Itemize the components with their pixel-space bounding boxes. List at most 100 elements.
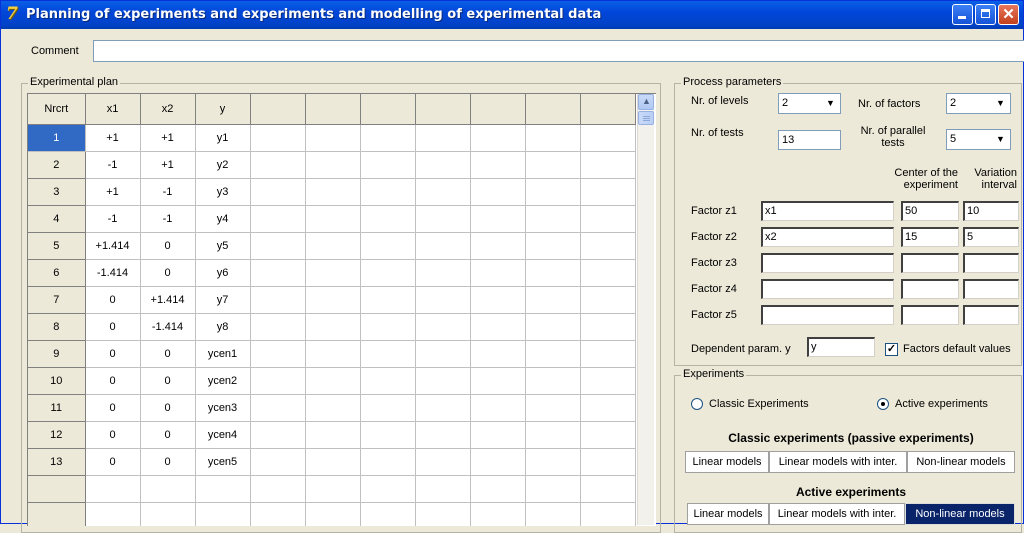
grid-cell-empty[interactable] <box>250 151 306 179</box>
grid-cell-empty[interactable] <box>250 124 306 152</box>
grid-cell-empty[interactable] <box>360 448 416 476</box>
grid-cell-empty[interactable] <box>250 475 306 503</box>
grid-cell-empty[interactable] <box>580 205 636 233</box>
row-number-cell[interactable] <box>28 475 86 503</box>
grid-cell-empty[interactable] <box>360 232 416 260</box>
minimize-button[interactable] <box>952 4 973 25</box>
factor-4-name-input[interactable] <box>761 279 894 299</box>
factor-5-name-input[interactable] <box>761 305 894 325</box>
classic-linear-models-button[interactable]: Linear models <box>685 451 769 473</box>
grid-cell[interactable]: +1 <box>85 178 141 206</box>
grid-cell-empty[interactable] <box>580 232 636 260</box>
grid-cell-empty[interactable] <box>305 313 361 341</box>
grid-cell-empty[interactable] <box>250 313 306 341</box>
grid-cell[interactable]: ycen1 <box>195 340 251 368</box>
grid-cell-empty[interactable] <box>415 367 471 395</box>
grid-cell-empty[interactable] <box>525 448 581 476</box>
grid-cell-empty[interactable] <box>360 151 416 179</box>
grid-cell[interactable]: 0 <box>85 421 141 449</box>
grid-cell-empty[interactable] <box>305 286 361 314</box>
grid-cell[interactable]: -1 <box>140 178 196 206</box>
row-number-cell[interactable]: 4 <box>28 205 86 233</box>
grid-cell-empty[interactable] <box>470 394 526 422</box>
grid-cell[interactable]: +1.414 <box>140 286 196 314</box>
grid-cell[interactable]: y3 <box>195 178 251 206</box>
parallel-dropdown-button[interactable]: ▼ <box>992 131 1009 148</box>
grid-cell[interactable]: +1 <box>85 124 141 152</box>
grid-cell[interactable]: 0 <box>85 394 141 422</box>
grid-cell[interactable]: ycen3 <box>195 394 251 422</box>
factor-2-interval-input[interactable]: 5 <box>963 227 1019 247</box>
grid-cell[interactable]: y5 <box>195 232 251 260</box>
row-number-cell[interactable]: 8 <box>28 313 86 341</box>
grid-cell-empty[interactable] <box>525 259 581 287</box>
classic-experiments-label[interactable]: Classic Experiments <box>709 398 809 410</box>
grid-cell[interactable]: -1 <box>140 205 196 233</box>
grid-cell-empty[interactable] <box>360 124 416 152</box>
comment-input[interactable] <box>93 40 1024 62</box>
grid-cell-empty[interactable] <box>580 340 636 368</box>
grid-cell-empty[interactable] <box>305 232 361 260</box>
grid-cell-empty[interactable] <box>250 448 306 476</box>
grid-cell[interactable] <box>85 502 141 526</box>
grid-cell-empty[interactable] <box>525 502 581 526</box>
factor-1-name-input[interactable]: x1 <box>761 201 894 221</box>
grid-cell-empty[interactable] <box>525 286 581 314</box>
grid-cell-empty[interactable] <box>305 340 361 368</box>
grid-cell-empty[interactable] <box>305 475 361 503</box>
grid-cell-empty[interactable] <box>525 124 581 152</box>
row-number-cell[interactable]: 13 <box>28 448 86 476</box>
classic-non-linear-models-button[interactable]: Non-linear models <box>907 451 1015 473</box>
grid-cell-empty[interactable] <box>470 475 526 503</box>
grid-cell-empty[interactable] <box>360 394 416 422</box>
grid-cell-empty[interactable] <box>470 502 526 526</box>
maximize-button[interactable] <box>975 4 996 25</box>
grid-cell-empty[interactable] <box>305 151 361 179</box>
grid-cell[interactable]: -1 <box>85 205 141 233</box>
grid-cell[interactable]: 0 <box>140 232 196 260</box>
grid-cell-empty[interactable] <box>415 421 471 449</box>
factor-4-interval-input[interactable] <box>963 279 1019 299</box>
grid-cell[interactable]: y1 <box>195 124 251 152</box>
grid-cell[interactable]: y8 <box>195 313 251 341</box>
grid-cell[interactable] <box>140 502 196 526</box>
grid-cell[interactable]: 0 <box>140 448 196 476</box>
grid-cell-empty[interactable] <box>415 313 471 341</box>
grid-cell[interactable]: y6 <box>195 259 251 287</box>
levels-dropdown-button[interactable]: ▼ <box>822 95 839 112</box>
grid-cell-empty[interactable] <box>580 367 636 395</box>
grid-cell-empty[interactable] <box>415 259 471 287</box>
grid-cell-empty[interactable] <box>580 394 636 422</box>
grid-cell-empty[interactable] <box>360 475 416 503</box>
grid-cell-empty[interactable] <box>360 367 416 395</box>
grid-cell-empty[interactable] <box>525 313 581 341</box>
grid-cell-empty[interactable] <box>525 232 581 260</box>
row-number-cell[interactable]: 7 <box>28 286 86 314</box>
factors-dropdown-button[interactable]: ▼ <box>992 95 1009 112</box>
grid-cell-empty[interactable] <box>580 475 636 503</box>
factor-1-interval-input[interactable]: 10 <box>963 201 1019 221</box>
grid-cell[interactable]: ycen4 <box>195 421 251 449</box>
factor-3-name-input[interactable] <box>761 253 894 273</box>
row-number-cell[interactable] <box>28 502 86 526</box>
tests-input[interactable]: 13 <box>778 130 841 150</box>
grid-cell-empty[interactable] <box>305 394 361 422</box>
grid-cell-empty[interactable] <box>580 124 636 152</box>
grid-cell-empty[interactable] <box>360 259 416 287</box>
grid-cell[interactable]: 0 <box>85 448 141 476</box>
grid-cell-empty[interactable] <box>415 178 471 206</box>
grid-cell-empty[interactable] <box>470 124 526 152</box>
grid-cell-empty[interactable] <box>250 502 306 526</box>
grid-cell[interactable]: +1.414 <box>85 232 141 260</box>
grid-cell[interactable]: 0 <box>140 340 196 368</box>
grid-cell-empty[interactable] <box>250 340 306 368</box>
active-linear-models-inter-button[interactable]: Linear models with inter. <box>769 503 905 525</box>
grid-cell[interactable] <box>195 475 251 503</box>
grid-cell-empty[interactable] <box>580 259 636 287</box>
grid-cell[interactable]: 0 <box>85 286 141 314</box>
grid-cell-empty[interactable] <box>360 286 416 314</box>
classic-experiments-radio[interactable] <box>691 398 703 410</box>
grid-cell[interactable]: -1 <box>85 151 141 179</box>
grid-cell-empty[interactable] <box>415 448 471 476</box>
grid-cell-empty[interactable] <box>470 151 526 179</box>
